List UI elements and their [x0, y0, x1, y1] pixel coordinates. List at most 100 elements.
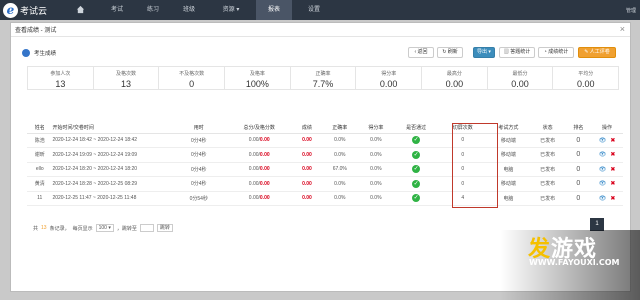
col-header: 成绩 — [292, 123, 322, 134]
nav-class[interactable]: 班级 — [177, 0, 201, 20]
stats-bar: 参加人次 13 及格次数 13 不及格次数 0 及格率 100% 正确率 7.7% 得分率… — [27, 66, 619, 90]
stat-label: 正确率 — [315, 71, 331, 77]
stat-label: 得分率 — [381, 71, 397, 77]
check-circle-icon: ✓ — [412, 194, 421, 203]
stat-avg: 平均分 0.00 — [553, 67, 618, 89]
nav-settings[interactable]: 设置 — [302, 0, 326, 20]
check-circle-icon: ✓ — [412, 165, 421, 174]
panel-title: 考生成绩 — [34, 51, 57, 57]
cell-passed: ✓ — [393, 191, 439, 206]
stat-pass-rate: 及格率 100% — [225, 67, 291, 89]
cell-duration: 0分4秒 — [171, 176, 227, 192]
jump-button[interactable]: 跳转 — [156, 224, 173, 232]
cell-pass-score: 0.00 — [259, 180, 270, 187]
nav-exam[interactable]: 考试 — [105, 0, 129, 20]
stat-value: 100% — [245, 79, 269, 89]
user-menu[interactable]: 管理 — [616, 0, 640, 20]
cell-duration: 0分54秒 — [171, 191, 227, 206]
delete-icon[interactable]: ✖ — [610, 196, 615, 202]
stat-value: 0.00 — [576, 79, 595, 89]
candidate-icon — [22, 49, 30, 57]
score-stats-button[interactable]: ◔ 成绩统计 — [538, 47, 574, 58]
nav-practice[interactable]: 练习 — [141, 0, 165, 20]
view-icon[interactable]: 👁 — [599, 167, 607, 173]
stat-score-rate: 得分率 0.00 — [356, 67, 423, 89]
cell-passed: ✓ — [393, 162, 439, 177]
cell-total-score: 0.00/ — [248, 195, 260, 202]
cell-score-rate: 0.0% — [357, 147, 394, 163]
cell-total: 0.00/0.00 — [226, 191, 293, 206]
refresh-button[interactable]: ↻ 刷新 — [437, 47, 463, 58]
col-header: 是否通过 — [393, 123, 439, 134]
col-header: 排名 — [565, 123, 592, 134]
stat-value: 13 — [121, 79, 132, 89]
delete-icon[interactable]: ✖ — [610, 167, 615, 173]
col-header: 操作 — [591, 123, 623, 134]
close-icon[interactable]: × — [620, 25, 625, 34]
delete-icon[interactable]: ✖ — [610, 181, 615, 187]
cell-total-score: 0.00/ — [248, 166, 260, 173]
per-page-select[interactable]: 100 ▾ — [95, 224, 114, 232]
cell-time: 2020-12-24 19:09 ~ 2020-12-24 19:09 — [52, 147, 172, 163]
cell-total-score: 0.00/ — [248, 151, 260, 158]
cell-status: 已发布 — [529, 176, 566, 192]
stat-value: 0.00 — [445, 79, 464, 89]
pager-suffix: 条记录， — [49, 225, 70, 232]
cell-duration: 0分4秒 — [171, 147, 227, 163]
cell-actions: 👁 ✖ — [591, 162, 623, 177]
switch-count-highlight — [452, 123, 498, 208]
view-icon[interactable]: 👁 — [599, 181, 607, 187]
manual-grading-label: 人工评卷 — [589, 49, 610, 55]
manual-grading-button[interactable]: ✎ 人工评卷 — [578, 47, 616, 58]
answer-stats-button[interactable]: ▥ 答题统计 — [499, 47, 535, 58]
view-icon[interactable]: 👁 — [599, 152, 607, 158]
cell-time: 2020-12-25 11:47 ~ 2020-12-25 11:48 — [52, 191, 172, 206]
cell-name: 谢昕 — [27, 147, 53, 163]
cell-rank: 0 — [565, 147, 592, 163]
cell-rank: 0 — [565, 133, 592, 148]
view-icon[interactable]: 👁 — [599, 196, 607, 202]
delete-icon[interactable]: ✖ — [610, 152, 615, 158]
cell-time: 2020-12-24 18:28 ~ 2020-12-25 08:29 — [52, 176, 172, 192]
watermark-url: WWW.FAYOUXI.COM — [529, 258, 620, 267]
stat-label: 不及格次数 — [179, 71, 205, 77]
stat-min: 最低分 0.00 — [488, 67, 554, 89]
cell-name: 陈浩 — [27, 133, 53, 148]
cell-accuracy: 0.0% — [321, 133, 358, 148]
cell-total: 0.00/0.00 — [226, 176, 293, 192]
cell-actions: 👁 ✖ — [591, 176, 623, 192]
brand-logo[interactable]: e 考试云 — [3, 2, 47, 18]
cell-passed: ✓ — [393, 147, 439, 163]
check-circle-icon: ✓ — [412, 150, 421, 159]
cell-score-rate: 0.0% — [357, 162, 394, 177]
stat-participants: 参加人次 13 — [28, 67, 94, 89]
export-button[interactable]: 导出 ▾ — [473, 47, 495, 58]
table-row: 11 2020-12-25 11:47 ~ 2020-12-25 11:48 0分5… — [27, 191, 623, 206]
cell-status: 已发布 — [529, 191, 566, 206]
home-icon[interactable] — [76, 5, 85, 14]
cell-accuracy: 0.0% — [321, 191, 358, 206]
cell-actions: 👁 ✖ — [591, 133, 623, 148]
stat-value: 7.7% — [312, 79, 334, 89]
view-icon[interactable]: 👁 — [599, 138, 607, 144]
cell-score-rate: 0.0% — [357, 191, 394, 206]
pager-total: 13 — [41, 225, 47, 231]
table-row: ello 2020-12-24 18:20 ~ 2020-12-24 18:20 0… — [27, 162, 623, 177]
brand-name: 考试云 — [20, 5, 48, 16]
back-button[interactable]: ‹ 返回 — [408, 47, 434, 58]
cell-duration: 0分4秒 — [171, 133, 227, 148]
nav-resource[interactable]: 资源 ▾ — [216, 0, 246, 20]
col-header: 开始时间/交卷时间 — [52, 123, 172, 134]
cell-score: 0.00 — [292, 162, 322, 177]
jump-page-input[interactable] — [139, 224, 154, 232]
cell-status: 已发布 — [529, 162, 566, 177]
col-header: 姓名 — [27, 123, 53, 134]
cell-status: 已发布 — [529, 133, 566, 148]
cell-pass-score: 0.00 — [259, 166, 270, 173]
delete-icon[interactable]: ✖ — [610, 138, 615, 144]
cell-score: 0.00 — [292, 176, 322, 192]
nav-report[interactable]: 报表 — [256, 0, 292, 20]
cell-accuracy: 0.0% — [321, 176, 358, 192]
col-header: 用时 — [171, 123, 227, 134]
cell-pass-score: 0.00 — [259, 195, 270, 202]
